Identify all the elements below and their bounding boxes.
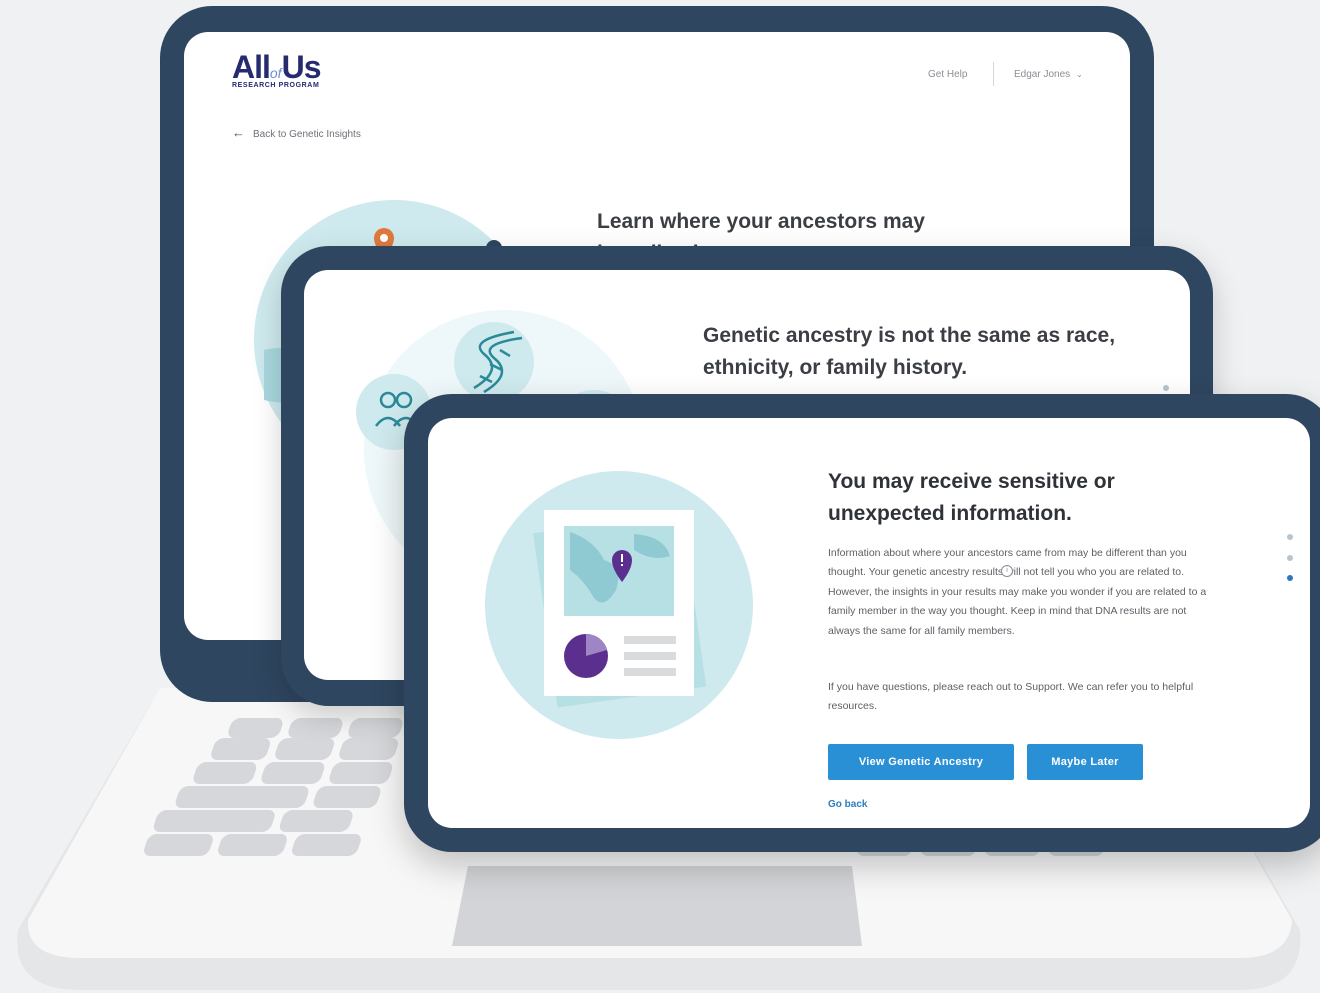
user-name: Edgar Jones: [1014, 69, 1071, 80]
sensitive-info-illustration: [485, 471, 753, 739]
get-help-link[interactable]: Get Help: [928, 69, 967, 80]
all-of-us-logo[interactable]: AllofUs RESEARCH PROGRAM: [232, 50, 372, 94]
screen-front: You may receive sensitive or unexpected …: [428, 418, 1310, 828]
info-icon[interactable]: i: [1001, 565, 1013, 577]
user-menu[interactable]: Edgar Jones ⌄: [1014, 69, 1083, 80]
view-genetic-ancestry-button[interactable]: View Genetic Ancestry: [828, 744, 1014, 780]
back-to-genetic-insights-link[interactable]: ← Back to Genetic Insights: [232, 125, 361, 140]
arrow-left-icon: ←: [232, 125, 245, 140]
go-back-link[interactable]: Go back: [828, 799, 867, 810]
pagination-dot[interactable]: [1287, 534, 1293, 540]
info-paragraph: Information about where your ancestors c…: [828, 547, 1207, 637]
chevron-down-icon: ⌄: [1075, 70, 1083, 79]
maybe-later-button[interactable]: Maybe Later: [1027, 744, 1143, 780]
screen2-heading: Genetic ancestry is not the same as race…: [703, 324, 1116, 379]
pagination-dot[interactable]: [1287, 555, 1293, 561]
nav-divider: [993, 62, 994, 86]
pagination-dot-active[interactable]: [1287, 575, 1293, 581]
pagination-dot[interactable]: [1163, 385, 1169, 391]
pie-chart-icon: [564, 634, 608, 678]
back-link-label: Back to Genetic Insights: [253, 129, 361, 140]
support-paragraph: If you have questions, please reach out …: [828, 681, 1194, 713]
trackpad: [452, 866, 862, 946]
screen3-heading: You may receive sensitive or unexpected …: [828, 470, 1115, 525]
